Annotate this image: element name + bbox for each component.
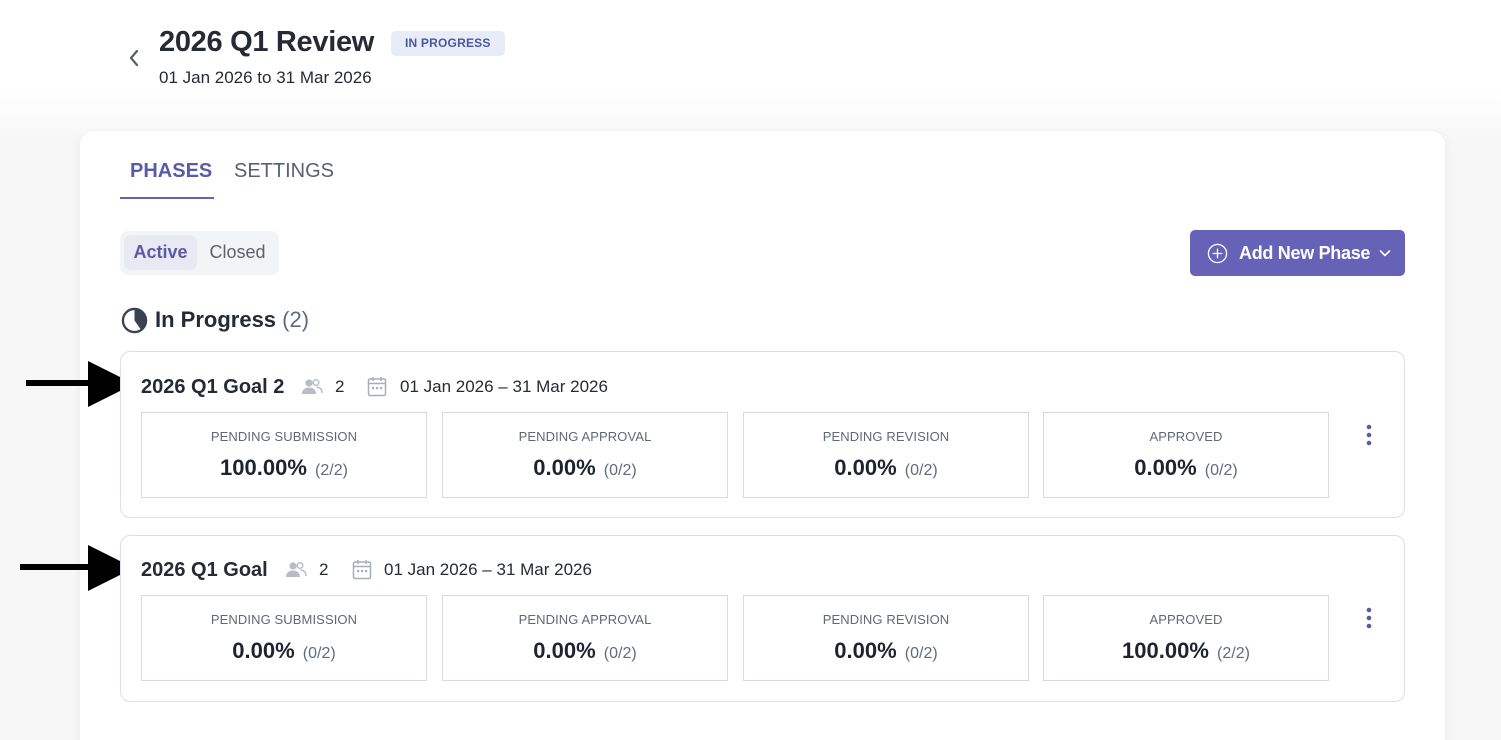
stat-pending-submission[interactable]: PENDING SUBMISSION 100.00% (2/2) xyxy=(141,412,427,498)
stat-label: PENDING APPROVAL xyxy=(518,612,652,627)
participant-count: 2 xyxy=(319,560,329,579)
phase-name[interactable]: 2026 Q1 Goal 2 xyxy=(141,376,284,399)
chevron-down-icon xyxy=(1379,250,1391,257)
stat-pending-revision[interactable]: PENDING REVISION 0.00% (0/2) xyxy=(743,412,1029,498)
phase-date-range: 01 Jan 2026 – 31 Mar 2026 xyxy=(384,560,592,579)
stat-pending-submission[interactable]: PENDING SUBMISSION 0.00% (0/2) xyxy=(141,595,427,681)
annotation-arrow-icon xyxy=(20,545,134,591)
stat-approved[interactable]: APPROVED 0.00% (0/2) xyxy=(1043,412,1329,498)
stat-pending-approval[interactable]: PENDING APPROVAL 0.00% (0/2) xyxy=(442,412,728,498)
status-badge: IN PROGRESS xyxy=(391,31,505,56)
tab-settings[interactable]: SETTINGS xyxy=(234,160,334,183)
stat-pending-approval[interactable]: PENDING APPROVAL 0.00% (0/2) xyxy=(442,595,728,681)
stat-value-row: 0.00% (0/2) xyxy=(744,638,1028,664)
calendar-icon xyxy=(352,560,372,580)
stat-pending-revision[interactable]: PENDING REVISION 0.00% (0/2) xyxy=(743,595,1029,681)
pie-progress-icon xyxy=(121,307,148,334)
section-title-label: In Progress xyxy=(155,307,277,332)
stat-ratio: (2/2) xyxy=(1217,645,1250,662)
section-count: (2) xyxy=(282,307,310,332)
stat-label: APPROVED xyxy=(1149,429,1223,444)
participant-count: 2 xyxy=(335,377,345,396)
phase-name[interactable]: 2026 Q1 Goal xyxy=(141,559,268,582)
stat-value-row: 0.00% (0/2) xyxy=(744,455,1028,481)
stat-ratio: (2/2) xyxy=(315,462,348,479)
kebab-menu-icon xyxy=(1366,607,1372,629)
stat-value-row: 0.00% (0/2) xyxy=(443,638,727,664)
stat-value-row: 100.00% (2/2) xyxy=(1044,638,1328,664)
stat-ratio: (0/2) xyxy=(904,462,938,479)
stat-approved[interactable]: APPROVED 100.00% (2/2) xyxy=(1043,595,1329,681)
stat-label: PENDING SUBMISSION xyxy=(210,429,358,444)
filter-active-button[interactable]: Active xyxy=(124,235,197,270)
page-title: 2026 Q1 Review xyxy=(159,26,375,58)
stat-label: PENDING REVISION xyxy=(822,429,950,444)
stat-ratio: (0/2) xyxy=(302,645,336,662)
stat-percent: 100.00% xyxy=(1122,638,1209,663)
stat-percent: 0.00% xyxy=(834,455,897,480)
plus-circle-icon xyxy=(1207,243,1228,263)
back-button[interactable] xyxy=(124,47,144,69)
calendar-icon xyxy=(367,377,387,397)
section-title: In Progress (2) xyxy=(155,307,309,333)
stat-value-row: 0.00% (0/2) xyxy=(1044,455,1328,481)
stat-label: APPROVED xyxy=(1149,612,1223,627)
stat-value-row: 0.00% (0/2) xyxy=(443,455,727,481)
stat-ratio: (0/2) xyxy=(603,462,637,479)
add-new-phase-button[interactable]: Add New Phase xyxy=(1190,230,1405,276)
filter-closed-button[interactable]: Closed xyxy=(199,235,276,270)
stat-percent: 0.00% xyxy=(533,455,596,480)
stat-percent: 0.00% xyxy=(834,638,897,663)
stat-value-row: 0.00% (0/2) xyxy=(142,638,426,664)
people-icon xyxy=(286,562,307,577)
people-icon xyxy=(302,379,323,394)
stat-value-row: 100.00% (2/2) xyxy=(142,455,426,481)
stat-ratio: (0/2) xyxy=(603,645,637,662)
tab-phases[interactable]: PHASES xyxy=(130,160,212,183)
phase-date-range: 01 Jan 2026 – 31 Mar 2026 xyxy=(400,377,608,396)
kebab-menu-icon xyxy=(1366,424,1372,446)
stat-label: PENDING SUBMISSION xyxy=(210,612,358,627)
add-new-phase-label: Add New Phase xyxy=(1239,242,1371,263)
stat-label: PENDING APPROVAL xyxy=(518,429,652,444)
chevron-left-icon xyxy=(129,49,139,67)
more-options-button[interactable] xyxy=(1359,422,1379,448)
stat-ratio: (0/2) xyxy=(1204,462,1238,479)
stat-percent: 0.00% xyxy=(232,638,295,663)
active-tab-indicator xyxy=(120,197,214,199)
stat-percent: 0.00% xyxy=(1134,455,1197,480)
stat-percent: 100.00% xyxy=(220,455,307,480)
review-date-range: 01 Jan 2026 to 31 Mar 2026 xyxy=(159,68,372,87)
stat-ratio: (0/2) xyxy=(904,645,938,662)
stat-percent: 0.00% xyxy=(533,638,596,663)
stat-label: PENDING REVISION xyxy=(822,612,950,627)
more-options-button[interactable] xyxy=(1359,605,1379,631)
